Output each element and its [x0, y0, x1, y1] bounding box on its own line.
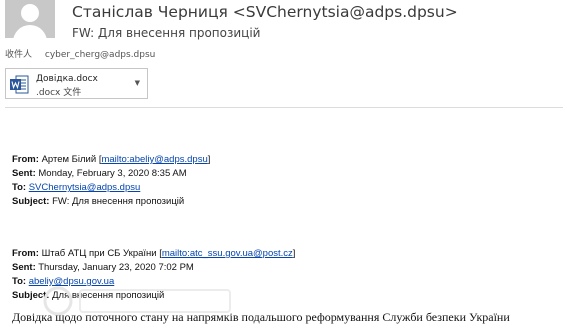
word-document-icon [10, 75, 29, 94]
recipient-label: 收件人 [5, 50, 33, 60]
forward-header-1: From: Артем Білий [mailto:abeliy@adps.dp… [12, 153, 210, 209]
message-subject: FW: Для внесення пропозицій [72, 26, 261, 40]
subject-row: Subject: FW: Для внесення пропозицій [12, 195, 210, 209]
from-name: Артем Білий [ [41, 154, 102, 165]
subject-value: Для внесення пропозицій [52, 290, 165, 301]
sent-label: Sent: [12, 168, 36, 179]
sent-value: Monday, February 3, 2020 8:35 AM [38, 168, 187, 179]
recipient-row: 收件人 cyber_cherg@adps.dpsu [5, 47, 155, 60]
sent-row: Sent: Monday, February 3, 2020 8:35 AM [12, 167, 210, 181]
from-mailto-link[interactable]: mailto:abeliy@adps.dpsu [101, 154, 207, 165]
to-label: To: [12, 276, 27, 287]
attachment-filename: Довідка.docx [36, 74, 98, 84]
chevron-down-icon[interactable]: ▼ [135, 79, 140, 87]
sender-avatar [5, 0, 55, 38]
subject-label: Subject: [12, 196, 50, 207]
from-row: From: Артем Білий [mailto:abeliy@adps.dp… [12, 153, 210, 167]
sent-row: Sent: Thursday, January 23, 2020 7:02 PM [12, 261, 295, 275]
avatar-head-shape [21, 4, 39, 22]
to-link[interactable]: abeliy@dpsu.gov.ua [29, 276, 115, 287]
sent-value: Thursday, January 23, 2020 7:02 PM [38, 262, 194, 273]
subject-row: Subject: Для внесення пропозицій [12, 289, 295, 303]
to-link[interactable]: SVChernytsia@adps.dpsu [29, 182, 141, 193]
sender-name[interactable]: Станіслав Черниця <SVChernytsia@adps.dps… [72, 3, 458, 21]
from-label: From: [12, 248, 39, 259]
attachment-filetype: .docx 文件 [36, 88, 82, 98]
recipient-address[interactable]: cyber_cherg@adps.dpsu [45, 50, 155, 60]
from-bracket-end: ] [207, 154, 211, 165]
from-label: From: [12, 154, 39, 165]
subject-label: Subject: [12, 290, 50, 301]
message-body-text: Довідка щодо поточного стану на напрямкі… [12, 310, 510, 324]
from-mailto-link[interactable]: mailto:atc_ssu.gov.ua@post.cz [162, 248, 293, 259]
from-bracket-end: ] [292, 248, 296, 259]
to-label: To: [12, 182, 27, 193]
avatar-body-shape [13, 25, 47, 38]
forward-header-2: From: Штаб АТЦ при СБ України [mailto:at… [12, 247, 295, 303]
from-name: Штаб АТЦ при СБ України [ [41, 248, 162, 259]
header-divider [5, 107, 563, 108]
to-row: To: SVChernytsia@adps.dpsu [12, 181, 210, 195]
to-row: To: abeliy@dpsu.gov.ua [12, 275, 295, 289]
subject-value: FW: Для внесення пропозицій [52, 196, 185, 207]
sent-label: Sent: [12, 262, 36, 273]
attachment-item[interactable]: Довідка.docx .docx 文件 ▼ [5, 68, 148, 99]
from-row: From: Штаб АТЦ при СБ України [mailto:at… [12, 247, 295, 261]
